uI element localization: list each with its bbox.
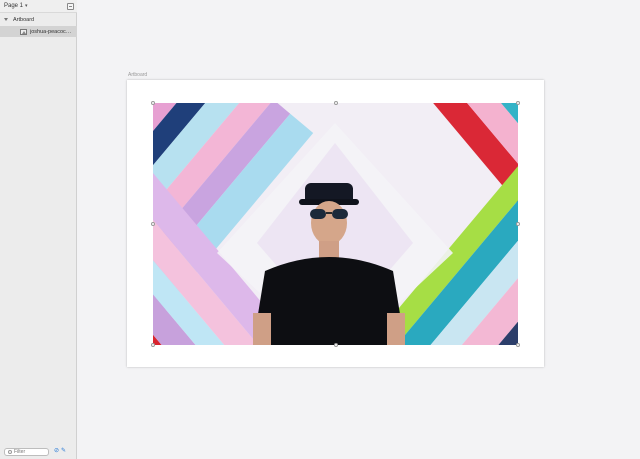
- resize-handle-bottom-right[interactable]: [516, 343, 520, 347]
- filter-field[interactable]: [4, 448, 49, 456]
- resize-handle-top[interactable]: [334, 101, 338, 105]
- photo-graffiti-portrait: [153, 103, 518, 345]
- selected-image[interactable]: [153, 103, 518, 345]
- resize-handle-left[interactable]: [151, 222, 155, 226]
- artboard-title[interactable]: Artboard: [128, 72, 147, 78]
- layers-sidebar: Page 1 ▾ Artboard joshua-peacoc… ⊘ ✎: [0, 0, 77, 459]
- disclosure-triangle-icon[interactable]: [4, 18, 8, 21]
- layer-artboard[interactable]: Artboard: [0, 14, 77, 25]
- filter-input[interactable]: [14, 449, 48, 455]
- add-page-icon[interactable]: [67, 3, 74, 10]
- page-label: Page 1: [4, 3, 24, 9]
- layer-image[interactable]: joshua-peacoc…: [0, 26, 77, 37]
- layer-artboard-label: Artboard: [13, 16, 35, 23]
- resize-handle-bottom[interactable]: [334, 343, 338, 347]
- image-layer-icon: [20, 28, 27, 35]
- page-selector[interactable]: Page 1 ▾: [0, 0, 77, 13]
- search-icon: [8, 450, 12, 454]
- edit-icon[interactable]: ⊘: [54, 448, 59, 454]
- slice-icon[interactable]: ✎: [61, 448, 66, 454]
- filter-tools: ⊘ ✎: [54, 448, 66, 454]
- resize-handle-top-left[interactable]: [151, 101, 155, 105]
- layer-image-label: joshua-peacoc…: [30, 28, 72, 35]
- resize-handle-right[interactable]: [516, 222, 520, 226]
- caret-down-icon[interactable]: ▾: [25, 3, 28, 9]
- resize-handle-bottom-left[interactable]: [151, 343, 155, 347]
- resize-handle-top-right[interactable]: [516, 101, 520, 105]
